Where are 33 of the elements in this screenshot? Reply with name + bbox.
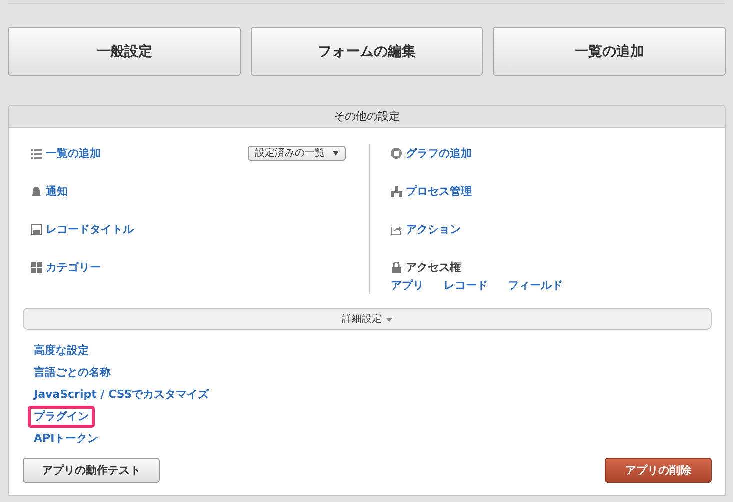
- panel-title: その他の設定: [9, 106, 725, 128]
- chart-icon: [391, 148, 402, 158]
- caret-icon: [333, 150, 339, 156]
- settings-tab-button[interactable]: 一般設定: [8, 27, 241, 76]
- settings-link[interactable]: 通知: [46, 184, 68, 198]
- section-label: アクセス権: [406, 260, 461, 274]
- settings-link[interactable]: プロセス管理: [406, 184, 472, 198]
- delete-app-button[interactable]: アプリの削除: [605, 458, 712, 483]
- bell-icon: [31, 186, 42, 196]
- settings-link[interactable]: JavaScript / CSSでカスタマイズ: [28, 384, 216, 406]
- test-app-button[interactable]: アプリの動作テスト: [23, 458, 160, 483]
- details-toggle[interactable]: 詳細設定: [23, 308, 712, 330]
- settings-link[interactable]: APIトークン: [28, 428, 105, 450]
- settings-link[interactable]: フィールド: [508, 278, 563, 293]
- settings-link[interactable]: 一覧の追加: [46, 146, 101, 160]
- grid-icon: [31, 262, 42, 272]
- settings-link[interactable]: 高度な設定: [28, 340, 95, 362]
- settings-link[interactable]: レコードタイトル: [46, 222, 134, 236]
- share-icon: [391, 224, 402, 234]
- settings-link[interactable]: アクション: [406, 222, 461, 236]
- settings-link[interactable]: 言語ごとの名称: [28, 362, 117, 384]
- settings-tab-button[interactable]: 一覧の追加: [493, 27, 726, 76]
- settings-link[interactable]: アプリ: [391, 278, 424, 293]
- caret-icon: [386, 316, 393, 322]
- settings-link[interactable]: レコード: [444, 278, 488, 293]
- list-icon: [31, 148, 42, 158]
- settings-link[interactable]: カテゴリー: [46, 260, 101, 274]
- flow-icon: [391, 186, 402, 196]
- lock-icon: [391, 262, 402, 272]
- view-dropdown[interactable]: 設定済みの一覧: [248, 146, 346, 160]
- settings-link[interactable]: プラグイン: [28, 406, 95, 428]
- settings-tab-button[interactable]: フォームの編集: [250, 27, 484, 76]
- settings-link[interactable]: グラフの追加: [406, 146, 472, 160]
